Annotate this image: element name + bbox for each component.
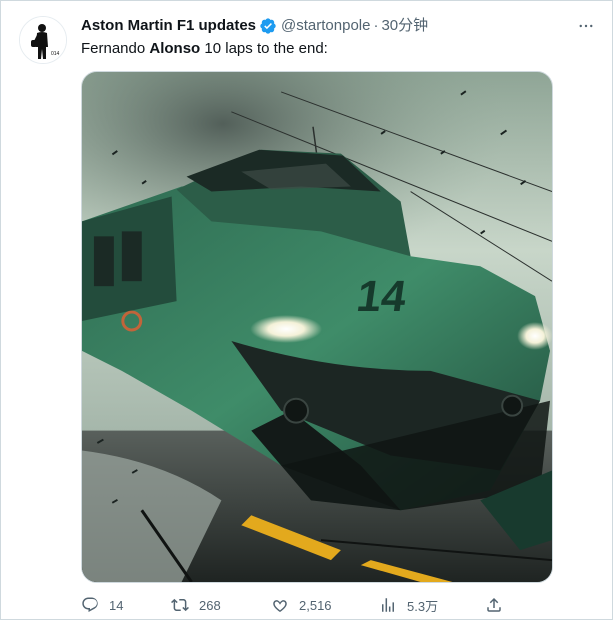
- retweet-button[interactable]: 268: [171, 595, 221, 615]
- more-horizontal-icon[interactable]: [574, 15, 598, 37]
- tweet-text: Fernando Alonso 10 laps to the end:: [81, 39, 598, 59]
- views-button[interactable]: 5.3万: [379, 595, 438, 615]
- handle[interactable]: @startonpole: [281, 16, 370, 36]
- display-name[interactable]: Aston Martin F1 updates: [81, 16, 256, 36]
- share-button[interactable]: [485, 595, 513, 615]
- retweet-count: 268: [199, 597, 221, 613]
- tweet-text-bold[interactable]: Alonso: [149, 40, 200, 57]
- reply-icon: [82, 597, 98, 613]
- verified-badge-icon: [260, 18, 276, 34]
- retweet-icon: [171, 598, 189, 612]
- share-icon: [487, 597, 501, 612]
- car-number-label: 14: [354, 272, 410, 321]
- green-bullet-train-image: 14: [82, 72, 552, 582]
- views-count: 5.3万: [407, 598, 439, 614]
- tweet-header: Aston Martin F1 updates @startonpole · 3…: [81, 15, 598, 37]
- silhouette-driver-avatar-icon: 014: [20, 17, 66, 63]
- separator-dot: ·: [373, 17, 379, 34]
- tweet-media-image[interactable]: 14: [81, 71, 553, 583]
- reply-count: 14: [109, 597, 124, 613]
- tweet-actions: 14 268 2,516 5.3万: [81, 595, 511, 615]
- views-chart-icon: [382, 598, 394, 612]
- heart-icon: [273, 600, 287, 613]
- tweet-text-start: Fernando: [81, 40, 150, 57]
- like-count: 2,516: [299, 597, 332, 613]
- svg-text:014: 014: [51, 51, 60, 57]
- tweet-text-end: 10 laps to the end:: [200, 40, 328, 57]
- reply-button[interactable]: 14: [81, 595, 123, 615]
- tweet-card[interactable]: 014 Aston Martin F1 updates @startonpole…: [0, 0, 613, 620]
- timestamp[interactable]: 30分钟: [381, 16, 428, 36]
- avatar[interactable]: 014: [19, 16, 67, 64]
- like-button[interactable]: 2,516: [271, 595, 332, 615]
